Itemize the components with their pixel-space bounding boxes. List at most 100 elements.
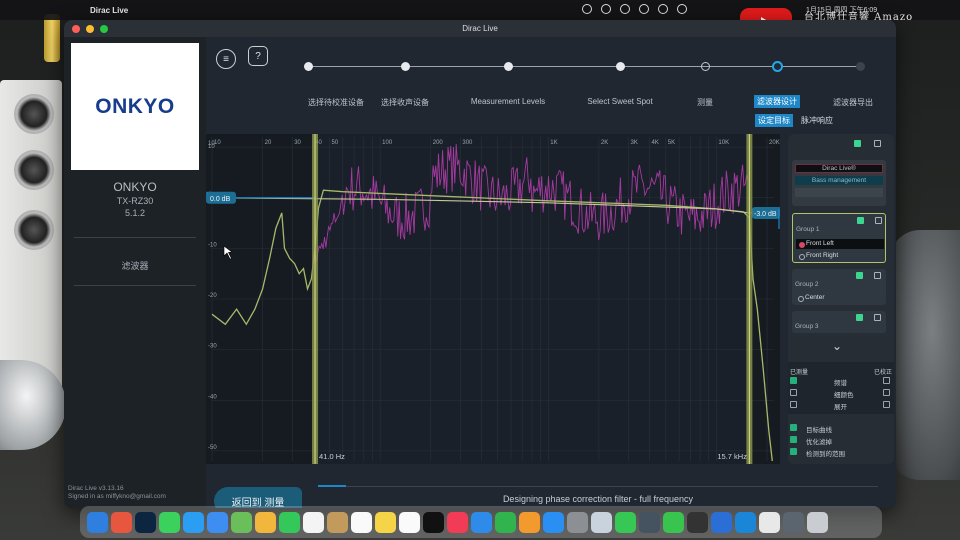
group-view-icon[interactable] [857, 217, 864, 224]
notes-app-icon[interactable] [327, 511, 348, 533]
sidebar-section-title: 滤波器 [121, 261, 149, 271]
optimize-checkbox[interactable] [790, 436, 797, 443]
product-label: Dirac Live® [795, 164, 883, 173]
help-button[interactable]: ? [248, 46, 268, 66]
speaker-driver [14, 94, 54, 134]
maps-icon[interactable] [231, 511, 252, 533]
back-to-measure-button[interactable]: 返回到 测量 [214, 487, 302, 508]
appstore-icon[interactable] [543, 511, 564, 533]
step-dot[interactable] [771, 60, 783, 72]
downloads-icon[interactable] [783, 511, 804, 533]
step-dot[interactable] [700, 61, 710, 71]
play-icon[interactable] [658, 4, 668, 14]
channel-panel: Dirac Live® Bass management Group 1 Fron… [788, 134, 894, 464]
group-menu-icon[interactable] [874, 272, 881, 279]
expand-icon[interactable] [874, 140, 881, 147]
tab-set-target[interactable]: 设定目标 [755, 114, 793, 127]
wechat-icon[interactable] [663, 511, 684, 533]
dirac-icon[interactable] [639, 511, 660, 533]
numbers-icon[interactable] [495, 511, 516, 533]
step-label[interactable]: 选择待校准设备 [308, 97, 364, 108]
tv-icon[interactable] [423, 511, 444, 533]
step-dot[interactable] [615, 61, 625, 71]
device-sidebar: ONKYO ONKYO TX-RZ30 5.1.2 滤波器 Dirac Live… [64, 37, 206, 508]
photos-icon[interactable] [255, 511, 276, 533]
step-label[interactable]: Select Sweet Spot [587, 97, 652, 106]
step-dot[interactable] [503, 61, 513, 71]
step-label[interactable]: 选择收声设备 [381, 97, 429, 108]
option-label: 展开 [834, 404, 847, 411]
chevron-down-icon[interactable]: ⌄ [832, 339, 842, 353]
safari-icon[interactable] [183, 511, 204, 533]
trash-icon[interactable] [807, 511, 828, 533]
record-icon[interactable] [582, 4, 592, 14]
bluetooth-icon[interactable] [677, 4, 687, 14]
channel-front-left[interactable]: Front Left [796, 239, 884, 249]
preview-icon[interactable] [591, 511, 612, 533]
speaker-driver [14, 150, 54, 190]
pages-icon[interactable] [519, 511, 540, 533]
product-group: Dirac Live® Bass management [792, 160, 886, 206]
y-tick-label: -40 [208, 394, 217, 400]
finder-icon[interactable] [87, 511, 108, 533]
frequency-response-chart[interactable]: 10203040501002003001K2K3K4K5K10K20K100-1… [206, 134, 780, 464]
messages-icon[interactable] [159, 511, 180, 533]
channel-front-right[interactable]: Front Right [796, 251, 884, 261]
device-layout: 5.1.2 [124, 208, 146, 218]
corrected-checkbox[interactable] [883, 377, 890, 384]
channel-group[interactable]: Group 1 Front Left Front Right [792, 213, 886, 263]
settings-icon[interactable] [567, 511, 588, 533]
line-icon[interactable] [615, 511, 636, 533]
x-tick-label: 2K [601, 140, 608, 146]
mail-icon[interactable] [207, 511, 228, 533]
step-label[interactable]: Measurement Levels [471, 97, 545, 106]
detected-range-checkbox[interactable] [790, 448, 797, 455]
detected-range-label: 检测到的范围 [806, 451, 845, 458]
group-menu-icon[interactable] [875, 217, 882, 224]
chrome-icon[interactable] [759, 511, 780, 533]
measured-checkbox[interactable] [790, 377, 797, 384]
group-view-icon[interactable] [856, 272, 863, 279]
measured-checkbox[interactable] [790, 389, 797, 396]
step-dot[interactable] [400, 61, 410, 71]
menu-icon: ≡ [223, 53, 229, 65]
tab-impulse-response[interactable]: 脉冲响应 [798, 114, 836, 127]
channel-center[interactable]: Center [795, 293, 883, 303]
step-label[interactable]: 滤波器导出 [833, 97, 873, 108]
channel-group[interactable]: Group 3 [792, 311, 886, 333]
wechat-icon[interactable] [620, 4, 630, 14]
terminal-icon[interactable] [687, 511, 708, 533]
notes-icon[interactable] [375, 511, 396, 533]
input-icon[interactable] [639, 4, 649, 14]
target-curve-checkbox[interactable] [790, 424, 797, 431]
gold-stand-image [44, 14, 60, 62]
left-handle-label: 0.0 dB [210, 196, 231, 203]
channel-group[interactable]: Group 2 Center [792, 269, 886, 305]
view-icon[interactable] [854, 140, 861, 147]
corrected-checkbox[interactable] [883, 389, 890, 396]
lightroom-icon[interactable] [135, 511, 156, 533]
calendar-icon[interactable] [303, 511, 324, 533]
step-label[interactable]: 滤波器设计 [754, 95, 800, 108]
menubar-app-name[interactable]: Dirac Live [90, 6, 128, 15]
line-icon[interactable] [601, 4, 611, 14]
music-icon[interactable] [447, 511, 468, 533]
step-dot[interactable] [303, 61, 313, 71]
capture-icon[interactable] [735, 511, 756, 533]
bass-management-button[interactable]: Bass management [795, 176, 883, 185]
menu-button[interactable]: ≡ [216, 49, 236, 69]
step-label[interactable]: 测量 [697, 97, 713, 108]
group-menu-icon[interactable] [874, 314, 881, 321]
group-view-icon[interactable] [856, 314, 863, 321]
keynote-icon[interactable] [471, 511, 492, 533]
step-dot[interactable] [855, 61, 865, 71]
facetime-icon[interactable] [279, 511, 300, 533]
launchpad-icon[interactable] [111, 511, 132, 533]
x-tick-label: 5K [668, 140, 675, 146]
reminders-icon[interactable] [351, 511, 372, 533]
corrected-checkbox[interactable] [883, 401, 890, 408]
freeform-icon[interactable] [399, 511, 420, 533]
pdf-icon[interactable] [711, 511, 732, 533]
measured-checkbox[interactable] [790, 401, 797, 408]
x-tick-label: 20 [265, 140, 272, 146]
